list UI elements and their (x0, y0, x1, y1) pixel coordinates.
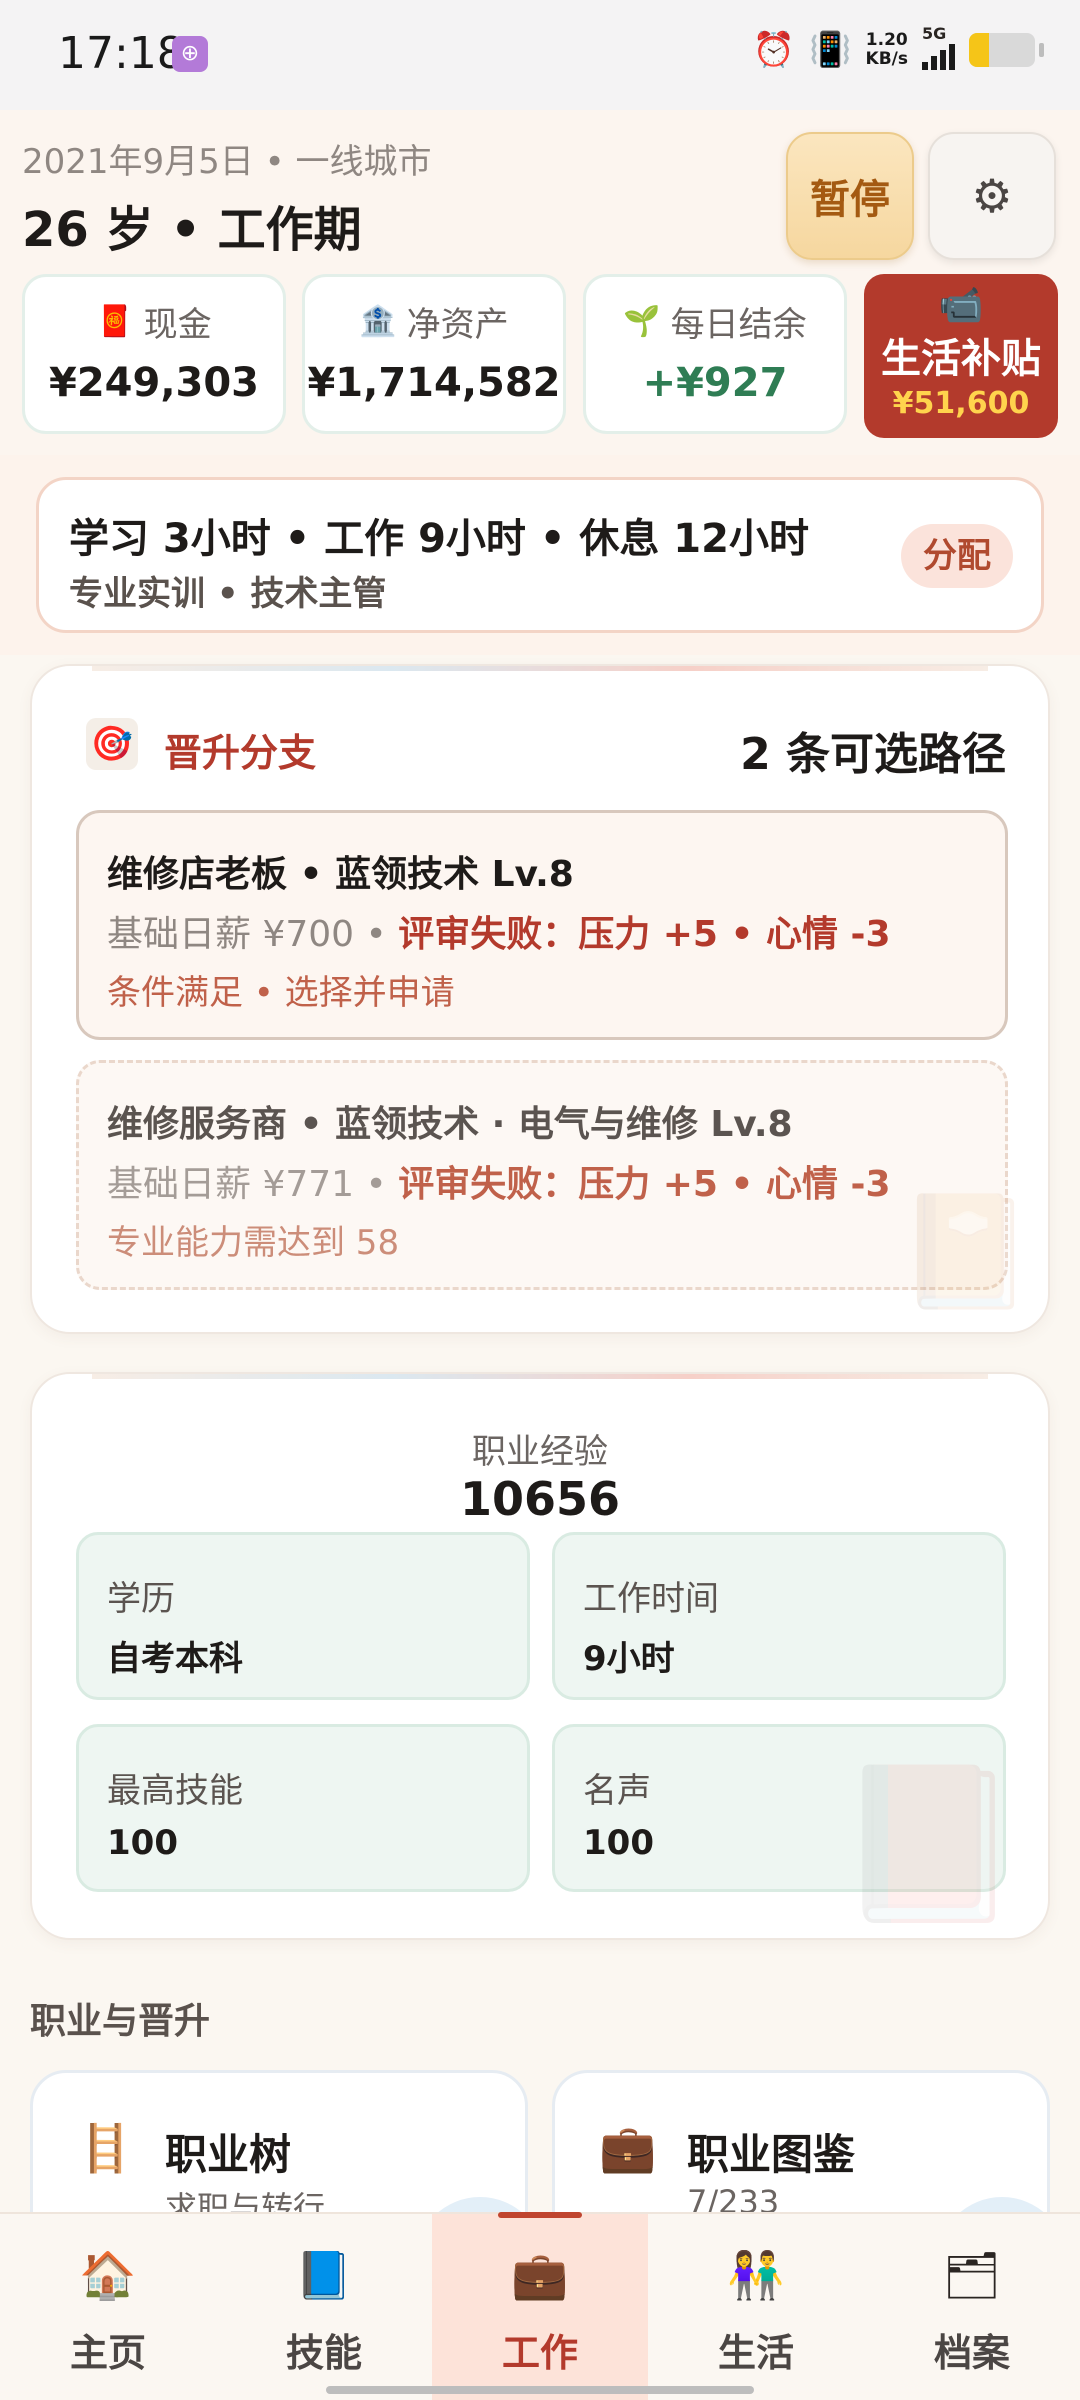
video-camera-icon: 📹 (938, 285, 984, 326)
briefcase-icon: 💼 (511, 2248, 569, 2302)
app-notification-icon: ⊕ (172, 36, 208, 72)
status-bar: 17:18 ⊕ ⏰ 📳 1.20 KB/s 5G (0, 0, 1080, 110)
promotion-count: 2 条可选路径 (740, 729, 1006, 780)
experience-value: 10656 (459, 1472, 621, 1526)
branch-note: 专业能力需达到 58 (107, 1223, 400, 1263)
daily-balance-value: +¥927 (642, 360, 788, 406)
net-speed: 1.20 KB/s (865, 30, 908, 69)
header: 2021年9月5日 • 一线城市 26 岁 • 工作期 暂停 ⚙ 🧧 现金 ¥24… (0, 110, 1080, 455)
briefcase-book-icon: 💼 (599, 2121, 657, 2175)
branch-option[interactable]: 维修服务商 • 蓝领技术 · 电气与维修 Lv.8 基础日薪 ¥771 • 评审… (76, 1060, 1008, 1290)
experience-label: 职业经验 (472, 1432, 608, 1472)
work-time-box: 工作时间 9小时 (552, 1532, 1006, 1700)
schedule-card: 学习 3小时 • 工作 9小时 • 休息 12小时 专业实训 • 技术主管 分配 (36, 477, 1044, 633)
notebook-decoration-icon: 📔 (897, 1187, 1034, 1315)
gear-icon: ⚙ (971, 169, 1013, 223)
settings-button[interactable]: ⚙ (928, 132, 1056, 260)
subsidy-value: ¥51,600 (892, 386, 1030, 421)
net-assets-value: ¥1,714,582 (307, 360, 561, 406)
branch-salary: 基础日薪 ¥700 • 评审失败：压力 +5 • 心情 -3 (107, 914, 891, 955)
top-skill-box: 最高技能 100 (76, 1724, 530, 1892)
home-indicator[interactable] (326, 2386, 754, 2394)
daily-balance-card: 🌱 每日结余 +¥927 (583, 274, 847, 434)
battery-icon (969, 33, 1035, 67)
alarm-icon: ⏰ (752, 30, 796, 70)
skill-book-icon: 📘 (295, 2248, 353, 2302)
branch-option[interactable]: 维修店老板 • 蓝领技术 Lv.8 基础日薪 ¥700 • 评审失败：压力 +5… (76, 810, 1008, 1040)
nav-skills[interactable]: 📘 技能 (216, 2214, 432, 2400)
schedule-hours: 学习 3小时 • 工作 9小时 • 休息 12小时 (69, 516, 809, 562)
schedule-focus: 专业实训 • 技术主管 (69, 574, 387, 614)
promotion-card: 🎯 晋升分支 2 条可选路径 维修店老板 • 蓝领技术 Lv.8 基础日薪 ¥7… (30, 664, 1050, 1334)
nav-work[interactable]: 💼 工作 (432, 2212, 648, 2400)
section-title: 职业与晋升 (30, 2001, 211, 2042)
bank-icon: 🏦 (359, 304, 397, 339)
sprout-icon: 🌱 (623, 304, 661, 339)
cash-value: ¥249,303 (48, 360, 260, 406)
nav-home[interactable]: 🏠 主页 (0, 2214, 216, 2400)
pause-button[interactable]: 暂停 (786, 132, 914, 260)
date-city: 2021年9月5日 • 一线城市 (22, 142, 432, 182)
status-time: 17:18 (58, 28, 185, 79)
promotion-title: 晋升分支 (164, 731, 317, 775)
branch-salary: 基础日薪 ¥771 • 评审失败：压力 +5 • 心情 -3 (107, 1164, 891, 1205)
branch-title: 维修店老板 • 蓝领技术 Lv.8 (107, 854, 574, 895)
status-icons: ⏰ 📳 1.20 KB/s 5G (752, 24, 1044, 70)
branch-title: 维修服务商 • 蓝领技术 · 电气与维修 Lv.8 (107, 1104, 793, 1145)
schedule-section: 学习 3小时 • 工作 9小时 • 休息 12小时 专业实训 • 技术主管 分配 (0, 455, 1080, 655)
house-icon: 🏠 (79, 2248, 137, 2302)
nav-life[interactable]: 👫 生活 (648, 2214, 864, 2400)
allocate-button[interactable]: 分配 (901, 524, 1013, 588)
ladder-icon: 🪜 (77, 2121, 135, 2175)
subsidy-button[interactable]: 📹 生活补贴 ¥51,600 (864, 274, 1058, 438)
people-icon: 👫 (727, 2248, 785, 2302)
archive-icon: 🗂 (942, 2248, 1002, 2302)
subsidy-label: 生活补贴 (881, 336, 1041, 382)
vibrate-icon: 📳 (809, 30, 852, 70)
age-stage: 26 岁 • 工作期 (22, 202, 362, 258)
net-assets-card: 🏦 净资产 ¥1,714,582 (302, 274, 566, 434)
nav-archive[interactable]: 🗂 档案 (864, 2214, 1080, 2400)
red-envelope-icon: 🧧 (96, 304, 134, 339)
bottom-nav: 🏠 主页 📘 技能 💼 工作 👫 生活 🗂 档案 (0, 2212, 1080, 2400)
signal-icon: 5G (922, 24, 955, 70)
cash-card: 🧧 现金 ¥249,303 (22, 274, 286, 434)
experience-card: 职业经验 10656 学历 自考本科 工作时间 9小时 最高技能 100 名声 … (30, 1372, 1050, 1940)
book-decoration-icon: 📕 (835, 1757, 1022, 1931)
target-book-icon: 🎯 (86, 718, 138, 770)
education-box: 学历 自考本科 (76, 1532, 530, 1700)
branch-note: 条件满足 • 选择并申请 (107, 973, 455, 1013)
